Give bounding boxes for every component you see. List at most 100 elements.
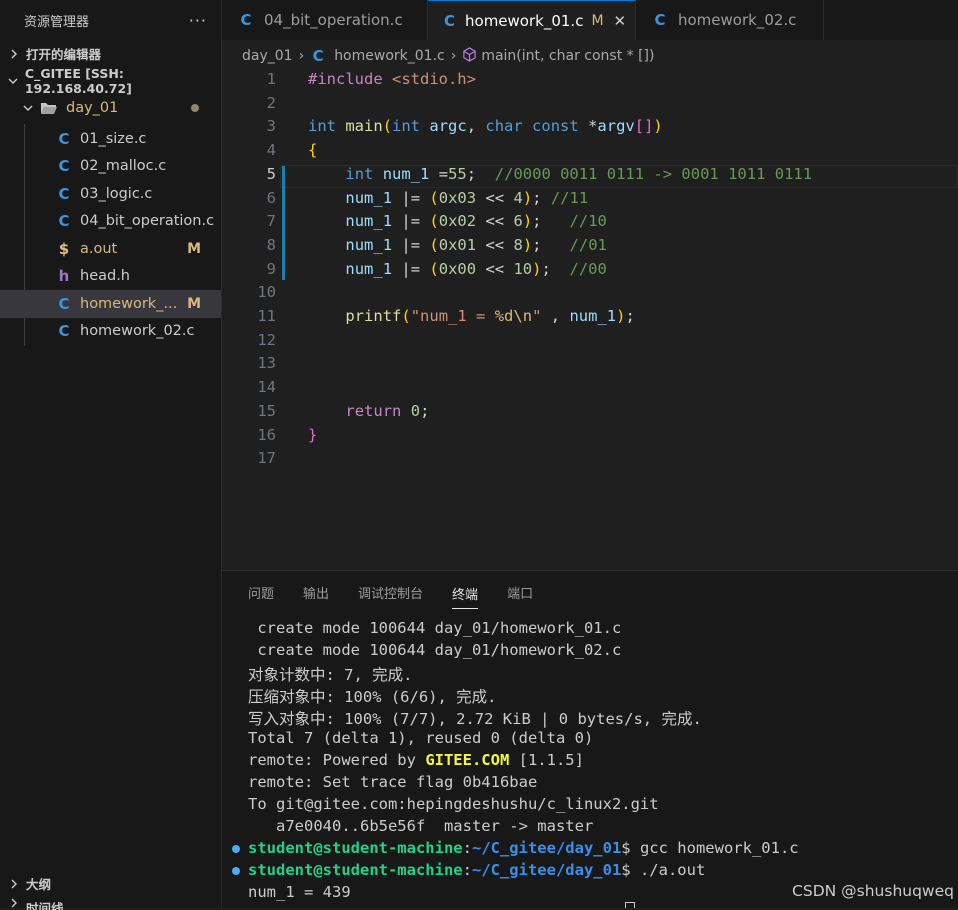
code-line[interactable]: 12 — [222, 331, 958, 355]
file-label: head.h — [80, 268, 130, 285]
terminal-line: a7e0040..6b5e56f master -> master — [248, 817, 594, 835]
folder-open-icon — [40, 101, 58, 115]
file-item[interactable]: h head.h — [0, 263, 221, 291]
modified-badge: M — [187, 295, 201, 312]
file-item[interactable]: C 04_bit_operation.c — [0, 208, 221, 236]
tab-problems[interactable]: 问题 — [248, 571, 274, 613]
workspace-section[interactable]: C_GITEE [SSH: 192.168.40.72] — [0, 65, 221, 96]
more-actions-icon[interactable]: ··· — [189, 11, 207, 30]
breadcrumb: day_01 › C homework_01.c › main(int, cha… — [222, 40, 958, 72]
file-item[interactable]: $ a.out M — [0, 235, 221, 263]
prompt-path: ~/C_gitee/day_01 — [471, 839, 622, 857]
c-file-icon: C — [58, 322, 70, 341]
outline-section[interactable]: 大纲 — [0, 870, 51, 897]
command-status-dot-icon[interactable] — [232, 867, 240, 875]
code-line[interactable]: 13 — [222, 354, 958, 378]
terminal-line: Total 7 (delta 1), reused 0 (delta 0) — [248, 729, 594, 747]
open-editors-label: 打开的编辑器 — [26, 47, 102, 62]
code-line[interactable]: 6 num_1 |= (0x03 << 4); //11 — [222, 189, 958, 213]
code-line[interactable]: 10 — [222, 283, 958, 307]
chevron-right-icon: › — [450, 48, 457, 64]
terminal-line: create mode 100644 day_01/homework_02.c — [248, 641, 622, 659]
file-label: 03_logic.c — [80, 185, 153, 202]
prompt-sep: : — [462, 861, 472, 879]
code-line[interactable]: 2 — [222, 94, 958, 118]
file-label: 01_size.c — [80, 130, 147, 147]
prompt-dollar: $ — [621, 861, 640, 879]
code-line[interactable]: 16} — [222, 426, 958, 450]
explorer-header: 资源管理器 ··· — [0, 0, 221, 40]
line-number: 2 — [266, 93, 276, 112]
file-item[interactable]: C 02_malloc.c — [0, 153, 221, 181]
code-line[interactable]: 4{ — [222, 141, 958, 165]
folder-day-01[interactable]: day_01 — [0, 94, 221, 122]
code-line[interactable]: 1 #include <stdio.h> — [222, 70, 958, 94]
file-item[interactable]: Chomework_... M — [0, 290, 221, 318]
breadcrumb-folder[interactable]: day_01 — [242, 48, 293, 64]
binary-file-icon: $ — [58, 239, 70, 258]
chevron-down-icon — [6, 76, 21, 86]
bottom-panel: 问题 输出 调试控制台 终端 端口 create mode 100644 day… — [222, 570, 958, 908]
breadcrumb-file[interactable]: homework_01.c — [334, 48, 445, 64]
terminal-line: 压缩对象中: 100% (6/6), 完成. — [248, 688, 497, 706]
line-number: 15 — [257, 401, 276, 420]
close-icon[interactable]: ✕ — [614, 12, 627, 30]
code-line[interactable]: 8 num_1 |= (0x01 << 8); //01 — [222, 236, 958, 260]
code-line[interactable]: 15 return 0; — [222, 402, 958, 426]
tab-ports[interactable]: 端口 — [507, 571, 533, 613]
timeline-section[interactable]: 时间线 — [0, 898, 64, 910]
breadcrumb-symbol[interactable]: main(int, char const * []) — [481, 48, 654, 64]
code-text: num_1 |= (0x01 << 8); //01 — [345, 235, 607, 254]
code-text: printf("num_1 = %d\n" , num_1); — [345, 307, 635, 325]
line-number: 5 — [266, 164, 276, 183]
code-line[interactable]: 14 — [222, 378, 958, 402]
line-number: 3 — [266, 117, 276, 136]
file-item[interactable]: C 01_size.c — [0, 125, 221, 153]
tab-debug-console[interactable]: 调试控制台 — [358, 571, 423, 613]
line-number: 16 — [257, 425, 276, 444]
code-text: num_1 |= (0x00 << 10); //00 — [345, 259, 607, 278]
line-number: 8 — [266, 235, 276, 254]
line-number: 14 — [257, 378, 276, 397]
tab-label: homework_01.c — [465, 11, 584, 30]
open-editors-section[interactable]: 打开的编辑器 — [0, 40, 221, 67]
tab-label: homework_02.c — [678, 11, 797, 29]
outline-label: 大纲 — [26, 877, 52, 892]
c-file-icon: C — [444, 11, 456, 30]
watermark: CSDN @shushuqweq — [792, 882, 954, 900]
file-item[interactable]: C 03_logic.c — [0, 180, 221, 208]
c-file-icon: C — [240, 11, 252, 29]
code-line[interactable]: 9 num_1 |= (0x00 << 10); //00 — [222, 260, 958, 284]
code-editor[interactable]: 1 #include <stdio.h> 2 3 int main(int argc, … — [222, 70, 958, 570]
terminal-line: 对象计数中: 7, 完成. — [248, 666, 413, 684]
editor-tab-bar: C 04_bit_operation.c C homework_01.c M ✕… — [222, 0, 958, 40]
workspace-label: C_GITEE [SSH: 192.168.40.72] — [24, 65, 132, 96]
code-line[interactable]: 5 int num_1 =55; //0000 0011 0111 -> 000… — [222, 165, 958, 189]
command-status-dot-icon[interactable] — [232, 845, 240, 853]
tab-04-bit-operation[interactable]: C 04_bit_operation.c — [222, 0, 428, 40]
tab-homework-01[interactable]: C homework_01.c M ✕ — [428, 0, 636, 40]
prompt-path: ~/C_gitee/day_01 — [471, 861, 622, 879]
code-line[interactable]: 3 int main(int argc, char const *argv[]) — [222, 117, 958, 141]
code-line[interactable]: 17 — [222, 449, 958, 473]
c-file-icon: C — [654, 11, 666, 29]
tab-label: 04_bit_operation.c — [264, 11, 403, 29]
prompt-user: student@student-machine — [248, 861, 463, 879]
chevron-right-icon: › — [298, 48, 305, 64]
line-number: 13 — [257, 354, 276, 373]
terminal-text: remote: Powered by — [248, 751, 426, 769]
tab-homework-02[interactable]: C homework_02.c — [636, 0, 824, 40]
tab-terminal[interactable]: 终端 — [452, 579, 479, 609]
command-text: ./a.out — [639, 861, 706, 879]
line-number: 4 — [266, 141, 276, 160]
file-item[interactable]: Chomework_02.c — [0, 318, 221, 346]
code-line[interactable]: 7 num_1 |= (0x02 << 6); //10 — [222, 212, 958, 236]
chevron-right-icon — [6, 879, 22, 889]
tab-output[interactable]: 输出 — [303, 571, 329, 613]
code-text: return 0; — [345, 401, 430, 420]
code-line[interactable]: 11 printf("num_1 = %d\n" , num_1); — [222, 307, 958, 331]
terminal-prompt-line: student@student-machine:~/C_gitee/day_01… — [248, 861, 705, 883]
prompt-sep: : — [462, 839, 472, 857]
line-number: 12 — [257, 330, 276, 349]
terminal-line: 写入对象中: 100% (7/7), 2.72 KiB | 0 bytes/s,… — [248, 710, 702, 728]
